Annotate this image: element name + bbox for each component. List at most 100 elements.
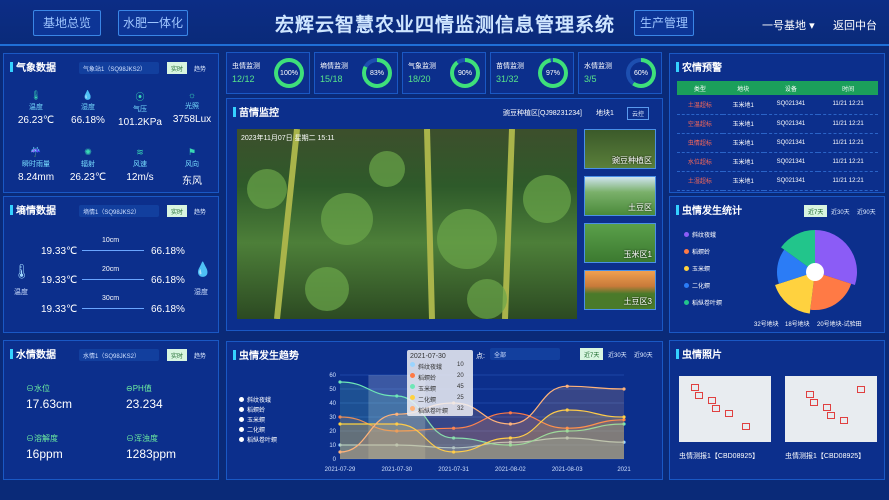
tab-90-days[interactable]: 近90天 (634, 350, 653, 359)
soil-depth: 30cm (102, 295, 120, 302)
table-row[interactable]: 土温超标 玉米地1 SQ021341 11/21 12:21 (677, 95, 878, 115)
pest-photo[interactable] (785, 376, 877, 442)
progress-ring: 60% (626, 58, 656, 88)
tab-30-days[interactable]: 近30天 (831, 207, 850, 216)
point-select[interactable]: 全部 (490, 348, 560, 360)
table-cell: SQ021341 (763, 95, 819, 115)
tab-realtime[interactable]: 实时 (167, 349, 188, 361)
cloud-control-button[interactable]: 云控 (627, 107, 650, 120)
tab-7-days[interactable]: 近7天 (804, 205, 828, 217)
tooltip-value: 20 (457, 373, 464, 379)
data-point (508, 422, 512, 426)
legend-item: 玉米螟 (684, 264, 710, 273)
plot-label[interactable]: 32号地块 (754, 319, 779, 328)
camera-feed[interactable]: 2023年11月07日 星期二 15:11 (237, 129, 577, 319)
panel-title: 农情预警 (676, 59, 722, 74)
point-label: 点: (476, 353, 485, 360)
tab-realtime[interactable]: 实时 (167, 62, 188, 74)
soil-humidity: 66.18% (151, 304, 185, 315)
weather-label: 风速 (133, 161, 147, 168)
weather-cell: 💧 湿度 66.18% (62, 90, 114, 126)
legend-item: 斜纹夜蛾 (684, 230, 716, 239)
warning-table: 类型 地块 设备 时间 土温超标 玉米地1 SQ021341 11/21 12:21 空温超标玉… (677, 81, 878, 191)
legend-dot (410, 373, 415, 378)
table-cell: 空温超标 (677, 114, 723, 134)
thermometer-icon: 🌡 (30, 90, 42, 100)
table-row[interactable]: 虫情超标 玉米地1 SQ021341 11/21 12:21 (677, 133, 878, 153)
table-cell: 土温超标 (677, 95, 723, 115)
camera-thumbnail[interactable]: 豌豆种植区 (584, 129, 656, 169)
tab-trend[interactable]: 趋势 (194, 351, 206, 360)
y-tick-label: 40 (329, 401, 336, 407)
tab-90-days[interactable]: 近90天 (857, 207, 876, 216)
weather-label: 光照 (185, 103, 199, 110)
legend-dot (410, 384, 415, 389)
legend-dot (684, 266, 689, 271)
tab-realtime[interactable]: 实时 (167, 205, 188, 217)
thumbnail-label: 豌豆种植区 (612, 156, 652, 165)
legend-dot (410, 406, 415, 411)
station-select[interactable]: 墒情1（SQ98JKS2） (79, 205, 159, 217)
data-point (338, 450, 342, 454)
legend-item: 稻纵卷叶螟 (239, 435, 277, 444)
weather-value: 66.18% (71, 115, 105, 126)
legend-dot (684, 283, 689, 288)
stat-value: 15/18 (320, 74, 343, 84)
soil-humidity: 66.18% (151, 246, 185, 257)
pest-photo[interactable] (679, 376, 771, 442)
weather-cell: ☼ 光照 3758Lux (166, 90, 218, 125)
soil-temp: 19.33℃ (41, 275, 78, 286)
nav-base-overview[interactable]: 基地总览 (33, 10, 101, 36)
back-button[interactable]: 返回中台 (833, 17, 877, 33)
table-cell: 玉米地1 (722, 133, 764, 153)
camera-thumbnail[interactable]: 玉米区1 (584, 223, 656, 263)
table-row[interactable]: 空温超标 玉米地1 SQ021341 11/21 12:21 (677, 114, 878, 134)
chart-tooltip: 2021-07-30 斜纹夜蛾 10 稻螟蛉 20 玉米螟 45 二化螟 25 稻纵卷叶螟 32 (407, 350, 473, 416)
pest-marker (712, 405, 720, 412)
rain-icon: ☔ (30, 147, 42, 157)
pest-trend-panel: 虫情发生趋势 点: 全部 近7天 近30天 近90天 斜纹夜蛾 稻螟蛉 玉米螟 二化螟… (226, 341, 663, 480)
nav-water-fertilizer[interactable]: 水肥一体化 (118, 10, 188, 36)
thumbnail-label: 土豆区 (628, 203, 652, 212)
plot-label[interactable]: 20号地块-试验田 (817, 319, 862, 328)
progress-percent: 90% (454, 62, 476, 84)
legend-dot (684, 300, 689, 305)
tab-30-days[interactable]: 近30天 (608, 350, 627, 359)
camera-thumbnail[interactable]: 土豆区3 (584, 270, 656, 310)
data-point (565, 384, 569, 388)
legend-item: 稻纵卷叶螟 (684, 298, 722, 307)
plot-label[interactable]: 18号地块 (785, 319, 810, 328)
base-selector[interactable]: 一号基地 ▾ (762, 17, 815, 33)
station-select[interactable]: 水情1（SQ98JKS2） (79, 349, 159, 361)
stat-value: 31/32 (496, 74, 519, 84)
stat-name: 气象监测 (408, 63, 436, 70)
y-tick-label: 60 (329, 373, 336, 379)
tab-7-days[interactable]: 近7天 (580, 348, 604, 360)
station-select[interactable]: 气象站1（SQ98JKS2） (79, 62, 159, 74)
camera-thumbnail[interactable]: 土豆区 (584, 176, 656, 216)
legend-label: 斜纹夜蛾 (247, 398, 272, 404)
legend-label: 稻纵卷叶螟 (247, 438, 278, 444)
soil-depth: 10cm (102, 237, 120, 244)
tab-trend[interactable]: 趋势 (194, 64, 206, 73)
table-cell: 土湿超标 (677, 171, 723, 191)
table-row[interactable]: 水位超标 玉米地1 SQ021341 11/21 12:21 (677, 152, 878, 172)
soil-humidity: 66.18% (151, 275, 185, 286)
weather-cell: ≋ 风速 12m/s (114, 147, 166, 183)
tab-trend[interactable]: 趋势 (194, 207, 206, 216)
pest-marker (810, 399, 818, 406)
weather-label: 湿度 (81, 104, 95, 111)
pest-marker (708, 397, 716, 404)
humidity-label: 湿度 (194, 289, 208, 296)
nav-production[interactable]: 生产管理 (634, 10, 694, 36)
light-icon: ☼ (187, 90, 197, 100)
x-tick-label: 2021-07-29 (325, 467, 356, 473)
tooltip-value: 45 (457, 384, 464, 390)
table-row[interactable]: 土湿超标 玉米地1 SQ021341 11/21 12:21 (677, 171, 878, 191)
photo-caption: 虫情测报1【CBD08925】 (785, 453, 866, 460)
stat-card: 苗情监测 31/32 97% (490, 52, 574, 94)
legend-dot (684, 249, 689, 254)
pest-pie-chart (775, 230, 857, 314)
legend-dot (410, 395, 415, 400)
column-header: 类型 (677, 81, 723, 95)
